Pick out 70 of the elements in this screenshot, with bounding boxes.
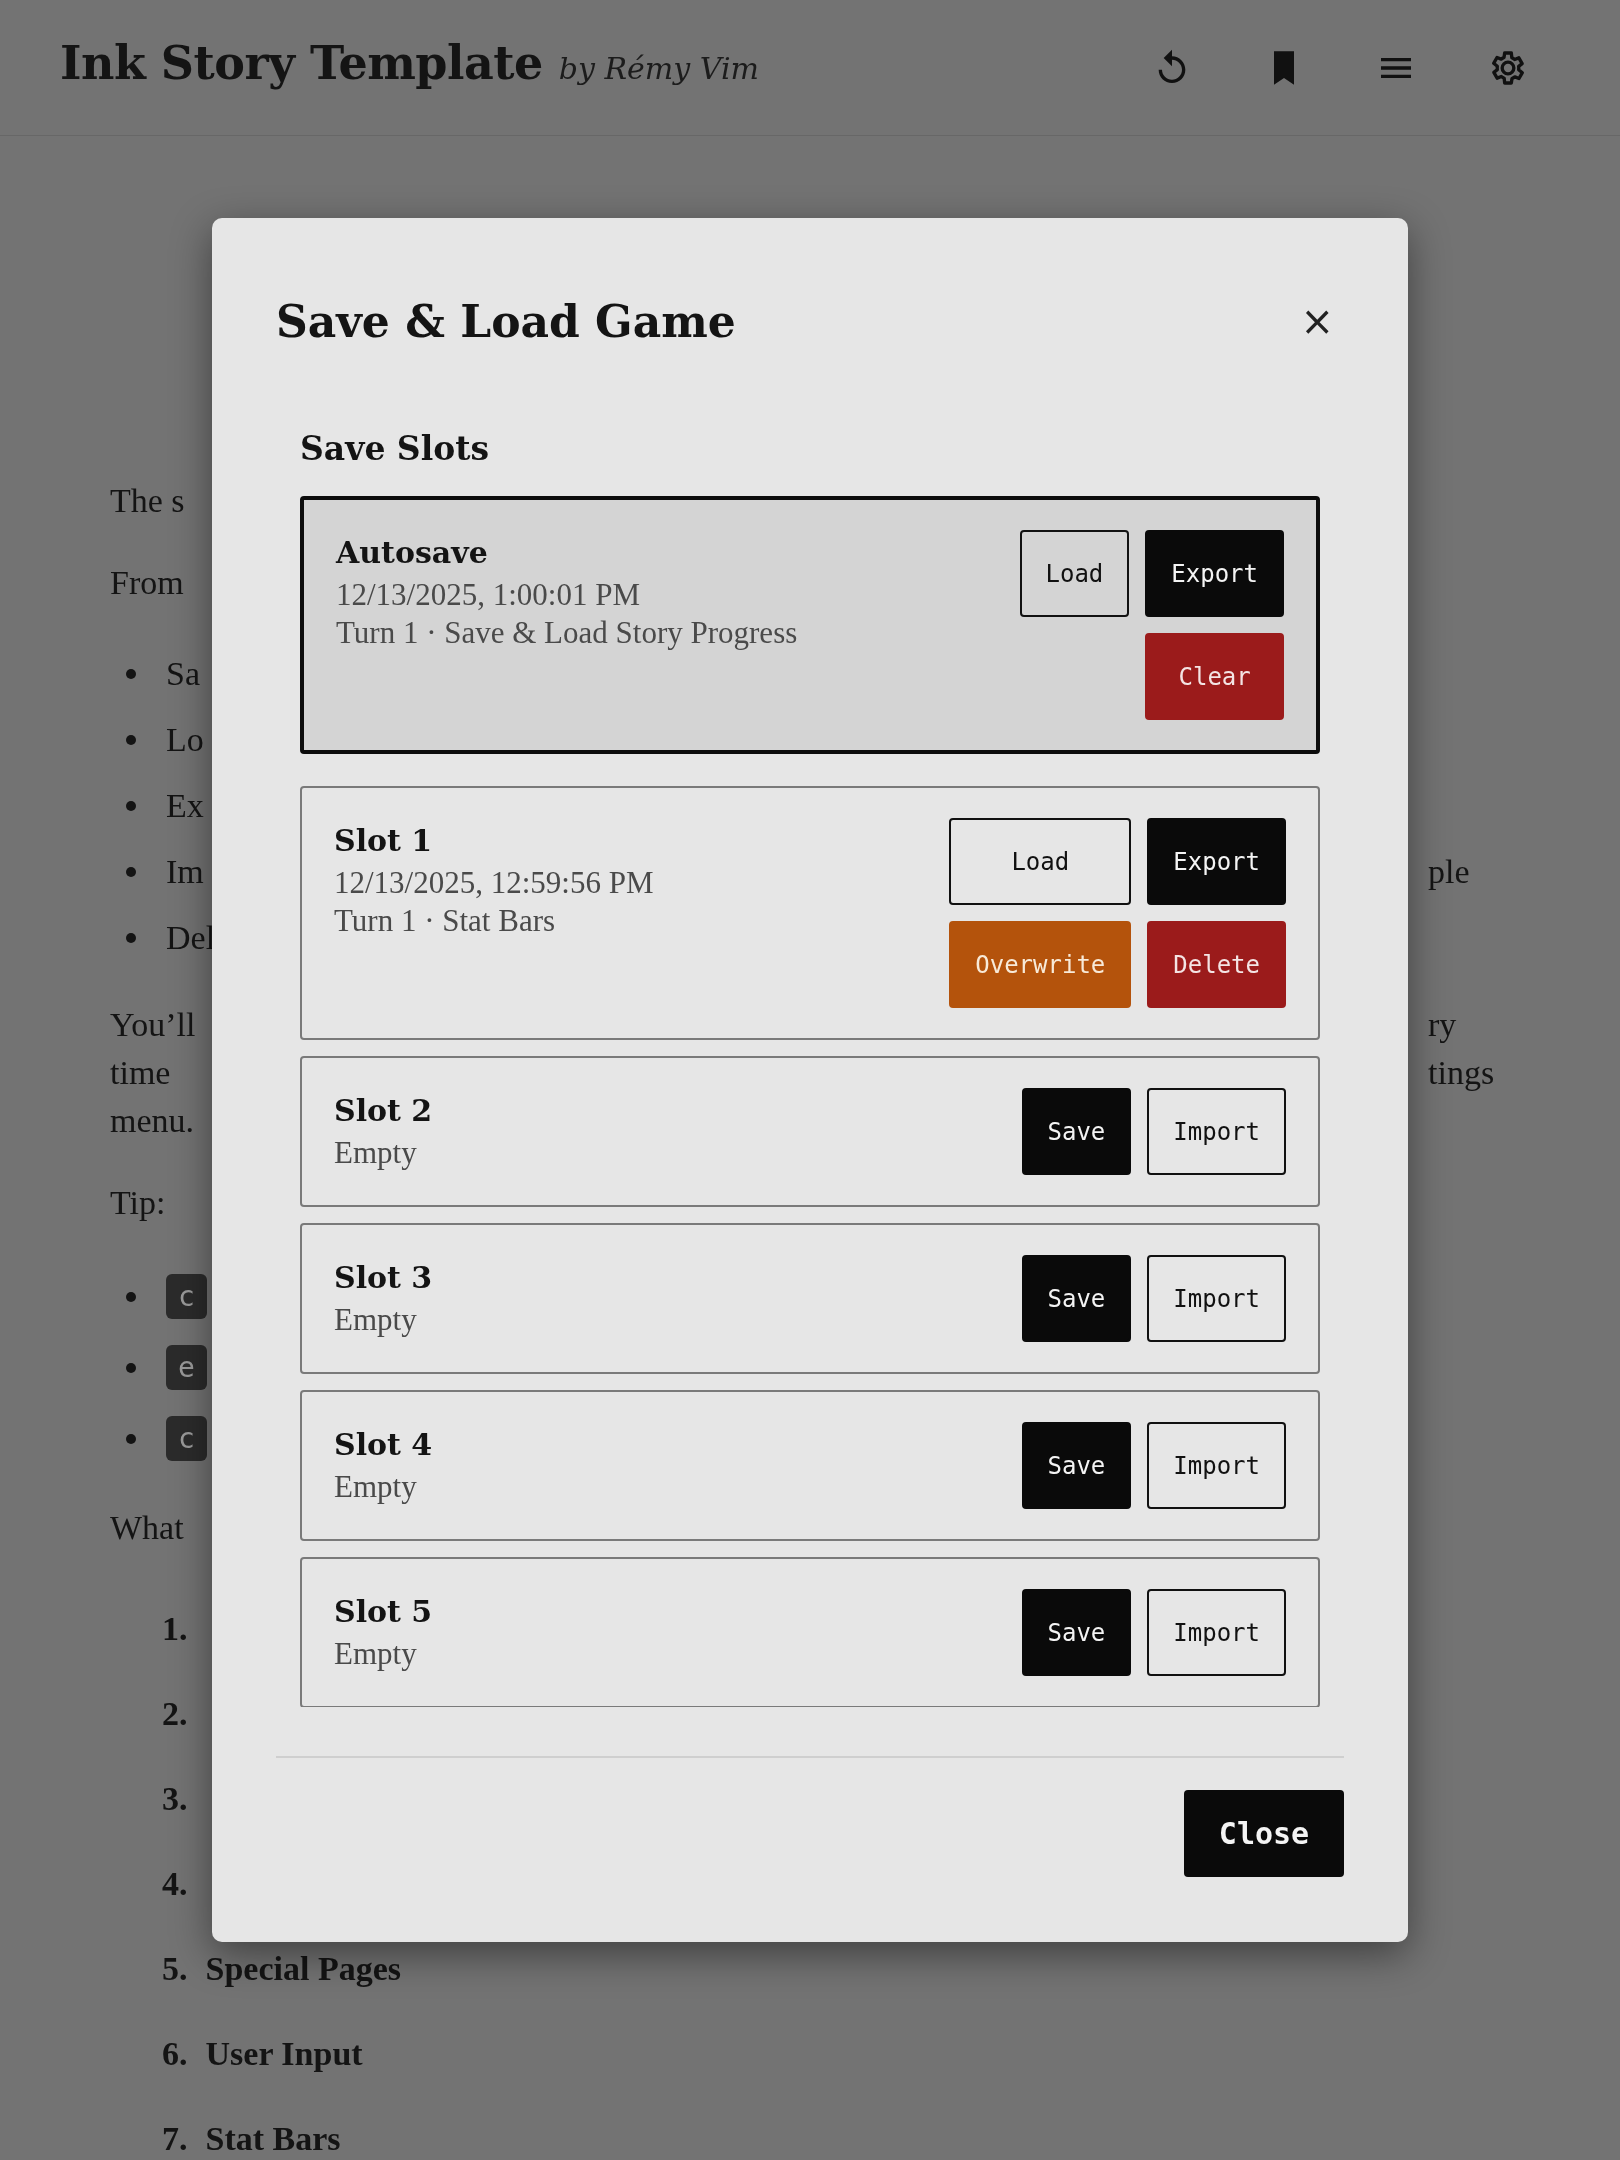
outline-button[interactable]: Import: [1147, 1088, 1286, 1175]
story-text: Tip:: [110, 1184, 166, 1222]
slot-status: Empty: [334, 1134, 418, 1172]
bullet-icon: [126, 1433, 136, 1444]
list-item-text: Sa: [166, 655, 200, 693]
primary-button[interactable]: Save: [1021, 1255, 1132, 1342]
keyboard-shortcut: c: [166, 1416, 207, 1461]
story-text: ry: [1428, 1006, 1457, 1044]
keyboard-shortcut: c: [166, 1274, 207, 1319]
list-number: 2.: [162, 1693, 188, 1734]
list-number: 7.: [162, 2118, 188, 2159]
list-number: 1.: [162, 1608, 188, 1649]
story-text: time: [110, 1054, 171, 1092]
author-byline: by Rémy Vim: [558, 50, 759, 86]
outline-button[interactable]: Import: [1147, 1422, 1286, 1509]
chapter-link[interactable]: Stat Bars: [205, 2119, 341, 2158]
slot-name: Slot 1: [334, 822, 434, 860]
keyboard-shortcut: e: [166, 1345, 207, 1390]
bullet-icon: [126, 801, 136, 811]
slot-name: Autosave: [336, 534, 489, 572]
list-item-text: Im: [166, 853, 204, 891]
list-item-text: Lo: [166, 721, 204, 759]
save-date: 12/13/2025, 1:00:01 PM: [336, 576, 641, 614]
outline-button[interactable]: Import: [1147, 1255, 1286, 1342]
list-item-text: Ex: [166, 787, 204, 825]
bullet-icon: [126, 933, 136, 943]
save-detail: Turn 1 · Save & Load Story Progress: [336, 614, 798, 652]
save-detail: Turn 1 · Stat Bars: [334, 902, 557, 940]
list-item-text: Del: [166, 919, 216, 957]
section-title: Save Slots: [300, 428, 491, 470]
danger-button[interactable]: Delete: [1147, 921, 1286, 1008]
warning-button[interactable]: Overwrite: [949, 921, 1132, 1008]
list-number: 3.: [162, 1778, 188, 1819]
bullet-icon: [126, 669, 136, 679]
outline-button[interactable]: Load: [949, 818, 1132, 905]
slot-name: Slot 4: [334, 1426, 433, 1464]
list-number: 4.: [162, 1863, 188, 1904]
story-text: tings: [1428, 1054, 1495, 1092]
slot-status: Empty: [334, 1635, 418, 1673]
primary-button[interactable]: Save: [1021, 1088, 1132, 1175]
close-button[interactable]: ×: [1290, 298, 1344, 344]
story-text: menu.: [110, 1102, 195, 1140]
slot-name: Slot 3: [334, 1259, 433, 1297]
chapter-link[interactable]: User Input: [205, 2034, 363, 2073]
site-title: Ink Story Template: [60, 35, 543, 90]
slot-status: Empty: [334, 1301, 418, 1339]
list-number: 5.: [162, 1948, 188, 1989]
close-button[interactable]: Close: [1184, 1790, 1344, 1877]
dialog-title: Save & Load Game: [276, 295, 736, 347]
slot-name: Slot 5: [334, 1593, 433, 1631]
story-text: ple: [1428, 853, 1470, 891]
bullet-icon: [126, 735, 136, 745]
outline-button[interactable]: Load: [1019, 530, 1130, 617]
primary-button[interactable]: Save: [1021, 1422, 1132, 1509]
primary-button[interactable]: Export: [1147, 818, 1286, 905]
bullet-icon: [126, 1291, 136, 1302]
save-date: 12/13/2025, 12:59:56 PM: [334, 864, 654, 902]
story-text: You’ll: [110, 1006, 196, 1044]
bullet-icon: [126, 867, 136, 877]
story-text: What: [110, 1509, 184, 1547]
danger-button[interactable]: Clear: [1145, 633, 1284, 720]
slot-status: Empty: [334, 1468, 418, 1506]
story-text: From: [110, 564, 184, 602]
primary-button[interactable]: Save: [1021, 1589, 1132, 1676]
outline-button[interactable]: Import: [1147, 1589, 1286, 1676]
bullet-icon: [126, 1362, 136, 1373]
list-number: 6.: [162, 2033, 188, 2074]
primary-button[interactable]: Export: [1145, 530, 1284, 617]
story-text: The s: [110, 482, 185, 520]
slot-name: Slot 2: [334, 1092, 433, 1130]
